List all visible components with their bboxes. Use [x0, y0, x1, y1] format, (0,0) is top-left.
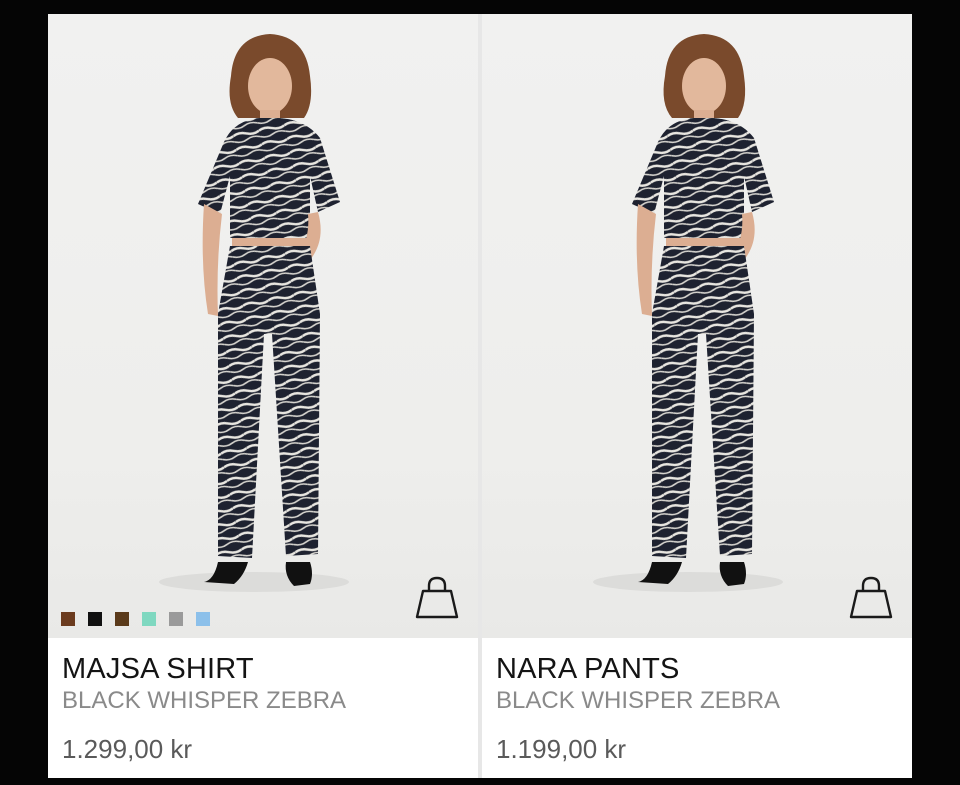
color-swatch[interactable] [61, 612, 75, 626]
product-color-name: BLACK WHISPER ZEBRA [496, 687, 781, 714]
color-swatch[interactable] [88, 612, 102, 626]
product-price: 1.299,00 kr [62, 734, 193, 764]
color-swatches [61, 612, 210, 626]
shopping-bag-icon[interactable] [414, 575, 460, 621]
color-swatch[interactable] [115, 612, 129, 626]
product-info: NARA PANTS BLACK WHISPER ZEBRA 1.199,00 … [496, 652, 902, 765]
product-name[interactable]: MAJSA SHIRT [62, 652, 468, 686]
product-grid: MAJSA SHIRT BLACK WHISPER ZEBRA 1.299,00… [48, 14, 912, 778]
product-info: MAJSA SHIRT BLACK WHISPER ZEBRA 1.299,00… [62, 652, 468, 765]
product-price: 1.199,00 kr [496, 734, 627, 764]
model-photo [159, 34, 349, 592]
product-image[interactable] [482, 14, 912, 638]
shopping-bag-icon[interactable] [848, 575, 894, 621]
color-swatch[interactable] [169, 612, 183, 626]
product-card-nara-pants[interactable]: NARA PANTS BLACK WHISPER ZEBRA 1.199,00 … [482, 14, 912, 778]
product-image[interactable] [48, 14, 478, 638]
product-card-majsa-shirt[interactable]: MAJSA SHIRT BLACK WHISPER ZEBRA 1.299,00… [48, 14, 478, 778]
product-color-name: BLACK WHISPER ZEBRA [62, 687, 347, 714]
product-name[interactable]: NARA PANTS [496, 652, 902, 686]
model-photo [593, 34, 783, 592]
color-swatch[interactable] [142, 612, 156, 626]
color-swatch[interactable] [196, 612, 210, 626]
